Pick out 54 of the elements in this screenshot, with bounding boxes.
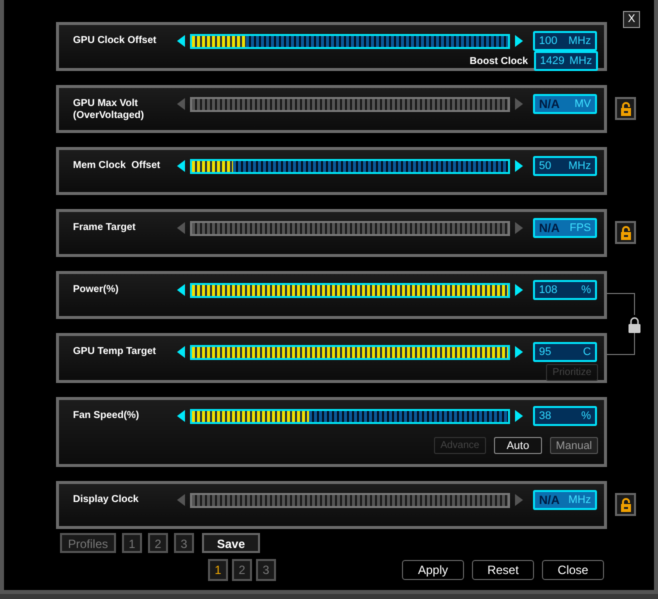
profile-number-button[interactable]: 3 [256, 559, 276, 581]
slider-track[interactable] [190, 408, 510, 424]
value-display[interactable]: 108 % [533, 280, 597, 300]
slider-label: Display Clock [73, 494, 140, 506]
padlock-icon [620, 226, 632, 240]
mode-button[interactable]: Manual [550, 437, 598, 454]
left-arrow-icon[interactable] [177, 160, 185, 172]
right-arrow-icon[interactable] [515, 410, 523, 422]
profile-number-button[interactable]: 1 [208, 559, 228, 581]
slider-label: Mem Clock Offset [73, 160, 162, 172]
value-display: 1429 MHz [534, 51, 598, 71]
slider-label: GPU Max Volt (OverVoltaged) [73, 98, 145, 122]
value-display[interactable]: 38 % [533, 406, 597, 426]
padlock-icon [620, 102, 632, 116]
slider-label: Frame Target [73, 222, 137, 234]
link-lock-drawing[interactable] [607, 293, 641, 355]
lock-button[interactable] [615, 97, 636, 120]
value-display[interactable]: 95 C [533, 342, 597, 362]
left-arrow-icon[interactable] [177, 410, 185, 422]
slider-label: GPU Clock Offset [73, 35, 158, 47]
profile-slot-button[interactable]: 3 [174, 533, 194, 553]
profile-slot-button[interactable]: 2 [148, 533, 168, 553]
left-arrow-icon[interactable] [177, 35, 185, 47]
boost-clock-label: Boost Clock [470, 54, 528, 68]
slider-track[interactable] [190, 282, 510, 298]
slider-track[interactable] [190, 492, 510, 508]
padlock-icon [620, 498, 632, 512]
right-arrow-icon[interactable] [515, 35, 523, 47]
value-display[interactable]: 50 MHz [533, 156, 597, 176]
action-button[interactable]: Reset [472, 560, 534, 580]
profile-number-button[interactable]: 2 [232, 559, 252, 581]
right-arrow-icon[interactable] [515, 346, 523, 358]
slider-label: Power(%) [73, 284, 120, 296]
slider-track[interactable] [190, 96, 510, 112]
slider-track[interactable] [190, 220, 510, 236]
profiles-button[interactable]: Profiles [60, 533, 116, 553]
left-arrow-icon[interactable] [177, 284, 185, 296]
right-arrow-icon[interactable] [515, 160, 523, 172]
slider-label: Fan Speed(%) [73, 410, 140, 422]
slider-track[interactable] [190, 344, 510, 360]
mode-button[interactable]: Auto [494, 437, 542, 454]
action-button[interactable]: Apply [402, 560, 464, 580]
profile-slot-button[interactable]: 1 [122, 533, 142, 553]
left-arrow-icon[interactable] [177, 346, 185, 358]
window-close-button[interactable]: X [623, 11, 640, 28]
lock-button[interactable] [615, 221, 636, 244]
save-button[interactable]: Save [202, 533, 260, 553]
value-display[interactable]: 100 MHz [533, 31, 597, 51]
slider-track[interactable] [190, 158, 510, 174]
lock-button[interactable] [615, 493, 636, 516]
slider-label: GPU Temp Target [73, 346, 157, 358]
slider-track[interactable] [190, 34, 510, 48]
right-arrow-icon[interactable] [515, 284, 523, 296]
action-button[interactable]: Close [542, 560, 604, 580]
